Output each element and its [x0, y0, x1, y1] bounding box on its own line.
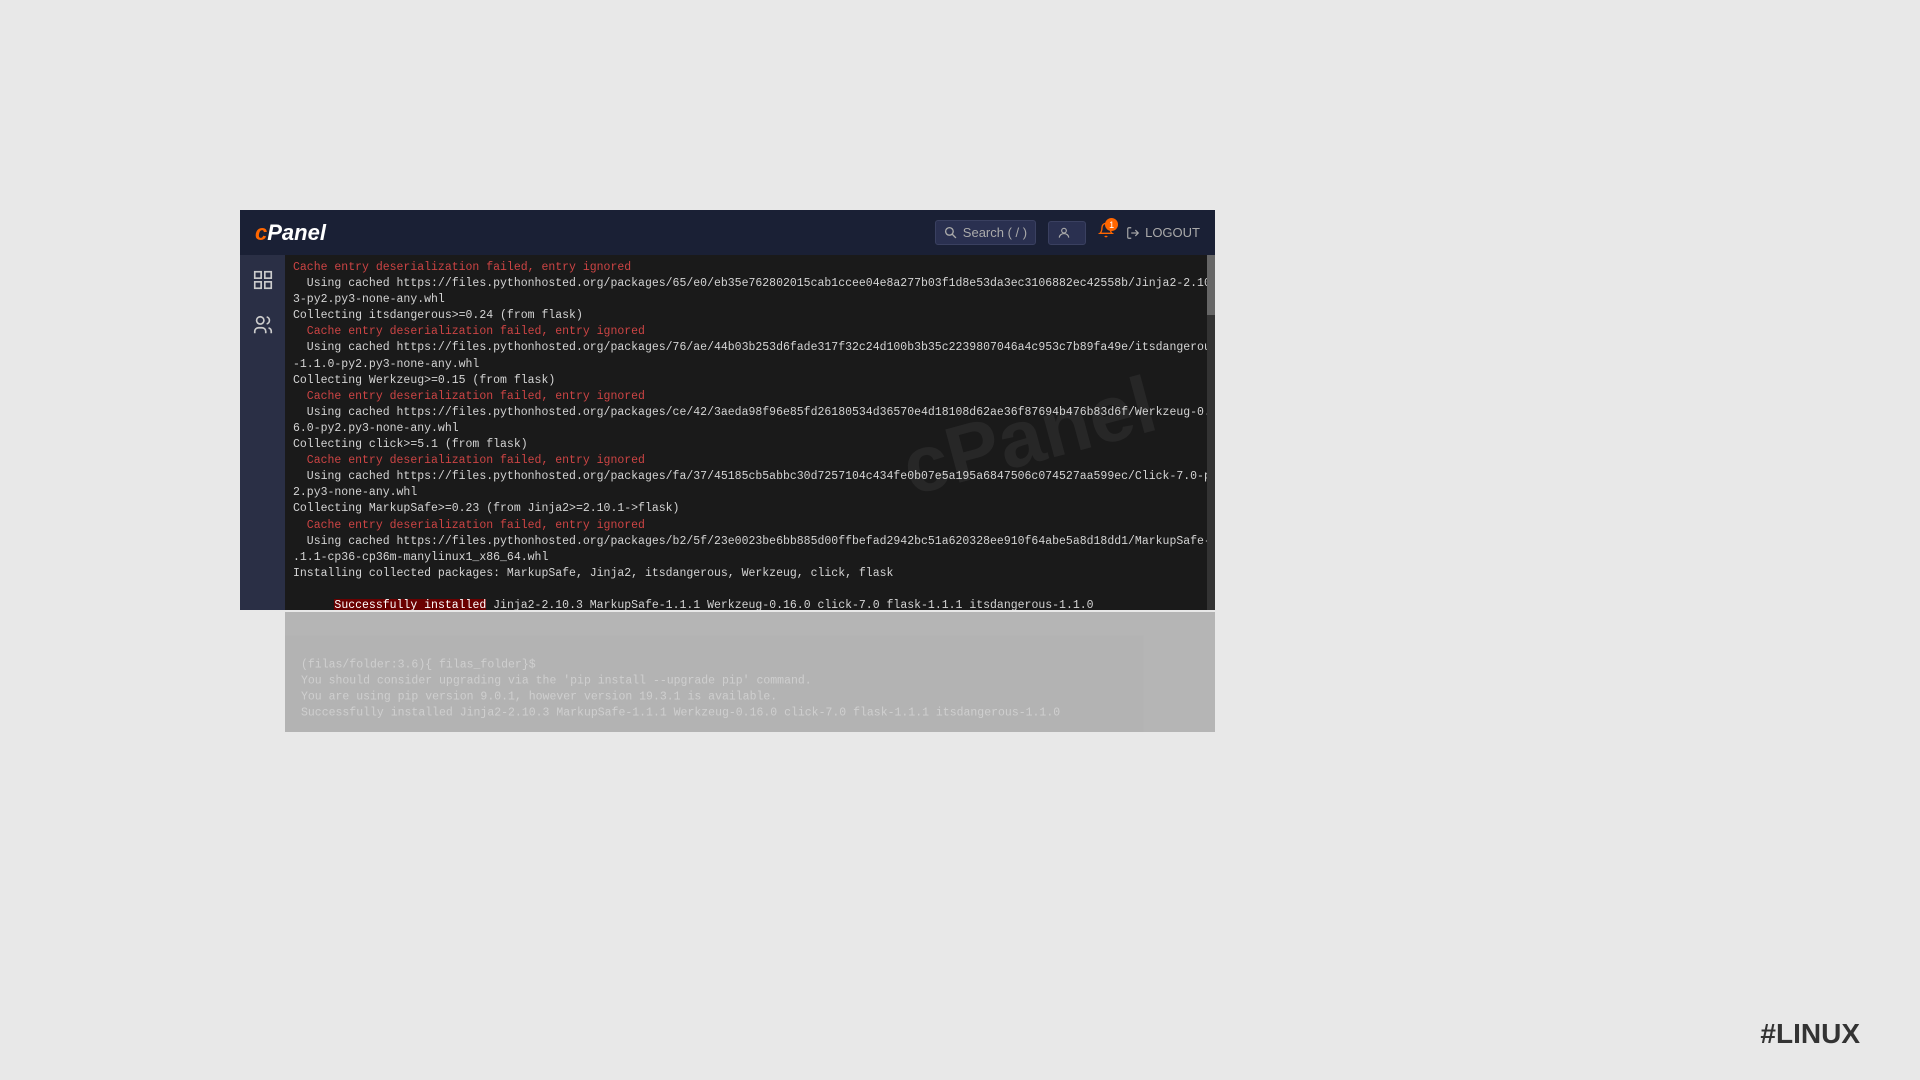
terminal-reflection: (filas/folder:3.6){ filas_folder}$ You s… — [285, 612, 1215, 732]
search-label: Search ( / ) — [963, 225, 1027, 240]
terminal-line: -1.1.0-py2.py3-none-any.whl — [293, 357, 1207, 373]
terminal-line: Using cached https://files.pythonhosted.… — [293, 405, 1207, 421]
cpanel-logo-c: c — [255, 220, 267, 245]
terminal[interactable]: Cache entry deserialization failed, entr… — [285, 255, 1215, 610]
sidebar-grid-icon[interactable] — [248, 265, 278, 295]
terminal-line: Collecting itsdangerous>=0.24 (from flas… — [293, 308, 1207, 324]
terminal-line: Installing collected packages: MarkupSaf… — [293, 566, 1207, 582]
success-rest: Jinja2-2.10.3 MarkupSafe-1.1.1 Werkzeug-… — [486, 599, 1093, 610]
terminal-line: Using cached https://files.pythonhosted.… — [293, 276, 1207, 292]
terminal-line: Using cached https://files.pythonhosted.… — [293, 469, 1207, 485]
bell-icon-wrapper[interactable]: 1 — [1098, 222, 1114, 243]
user-icon — [1057, 226, 1071, 240]
terminal-line: Collecting MarkupSafe>=0.23 (from Jinja2… — [293, 501, 1207, 517]
terminal-line: Cache entry deserialization failed, entr… — [293, 389, 1207, 405]
terminal-scrollbar[interactable] — [1207, 255, 1215, 610]
terminal-line: Cache entry deserialization failed, entr… — [293, 260, 1207, 276]
terminal-line: 6.0-py2.py3-none-any.whl — [293, 421, 1207, 437]
cpanel-header: cPanel Search ( / ) 1 LOGOUT — [240, 210, 1215, 255]
logout-label: LOGOUT — [1145, 225, 1200, 240]
terminal-line: Using cached https://files.pythonhosted.… — [293, 340, 1207, 356]
terminal-line: 3-py2.py3-none-any.whl — [293, 292, 1207, 308]
terminal-content: Cache entry deserialization failed, entr… — [285, 255, 1215, 610]
terminal-line: Cache entry deserialization failed, entr… — [293, 518, 1207, 534]
logout-icon — [1126, 226, 1140, 240]
terminal-line: Cache entry deserialization failed, entr… — [293, 324, 1207, 340]
bell-badge: 1 — [1105, 218, 1118, 231]
terminal-line: 2.py3-none-any.whl — [293, 485, 1207, 501]
header-right: Search ( / ) 1 LOGOUT — [935, 220, 1200, 245]
terminal-line: Collecting click>=5.1 (from flask) — [293, 437, 1207, 453]
scrollbar-thumb[interactable] — [1207, 255, 1215, 315]
terminal-line: Cache entry deserialization failed, entr… — [293, 453, 1207, 469]
sidebar — [240, 255, 285, 610]
cpanel-logo: cPanel — [255, 220, 326, 246]
search-icon — [944, 226, 957, 239]
terminal-line: Collecting Werkzeug>=0.15 (from flask) — [293, 373, 1207, 389]
search-box[interactable]: Search ( / ) — [935, 220, 1036, 245]
logout-button[interactable]: LOGOUT — [1126, 225, 1200, 240]
user-dropdown[interactable] — [1048, 221, 1086, 245]
terminal-success-line: Successfully installed Jinja2-2.10.3 Mar… — [293, 582, 1207, 610]
terminal-line: .1.1-cp36-cp36m-manylinux1_x86_64.whl — [293, 550, 1207, 566]
terminal-line: Using cached https://files.pythonhosted.… — [293, 534, 1207, 550]
success-highlight: Successfully installed — [334, 599, 486, 610]
sidebar-users-icon[interactable] — [248, 310, 278, 340]
linux-watermark: #LINUX — [1760, 1018, 1860, 1050]
cpanel-logo-panel: Panel — [267, 220, 326, 245]
